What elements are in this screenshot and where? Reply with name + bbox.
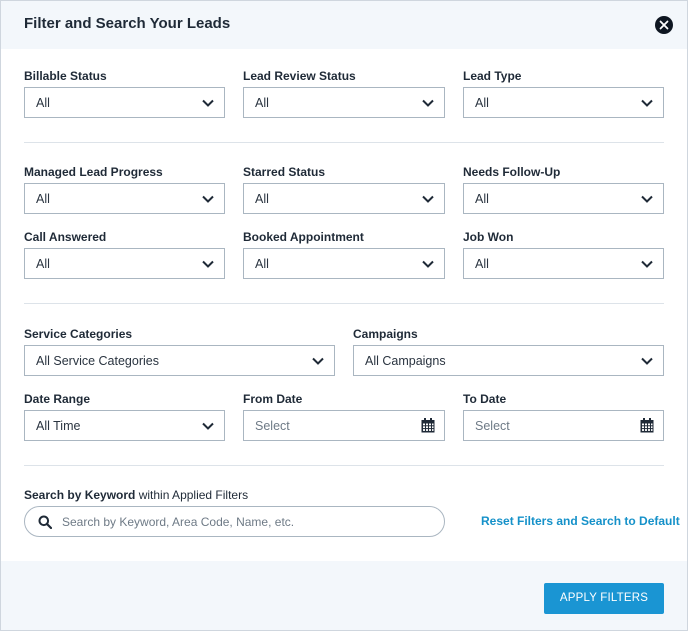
date-range-select[interactable]: All Time (24, 410, 225, 441)
managed-lead-progress-value: All (36, 192, 50, 206)
modal-header: Filter and Search Your Leads (1, 1, 687, 49)
calendar-icon[interactable] (640, 418, 654, 433)
to-date-placeholder: Select (475, 419, 510, 433)
needs-follow-up-value: All (475, 192, 489, 206)
job-won-label: Job Won (463, 230, 514, 244)
billable-status-select[interactable]: All (24, 87, 225, 118)
starred-status-value: All (255, 192, 269, 206)
managed-lead-progress-label: Managed Lead Progress (24, 165, 163, 179)
chevron-down-icon (422, 260, 434, 268)
campaigns-value: All Campaigns (365, 354, 446, 368)
to-date-label: To Date (463, 392, 507, 406)
apply-filters-button[interactable]: APPLY FILTERS (544, 583, 664, 614)
search-label-rest: within Applied Filters (135, 488, 249, 502)
close-icon (659, 20, 669, 30)
campaigns-label: Campaigns (353, 327, 418, 341)
date-range-value: All Time (36, 419, 81, 433)
lead-review-status-label: Lead Review Status (243, 69, 356, 83)
chevron-down-icon (641, 99, 653, 107)
lead-type-value: All (475, 96, 489, 110)
booked-appointment-label: Booked Appointment (243, 230, 364, 244)
close-button[interactable] (655, 16, 673, 34)
search-input[interactable] (62, 513, 432, 531)
search-label: Search by Keyword within Applied Filters (24, 488, 248, 502)
chevron-down-icon (641, 357, 653, 365)
chevron-down-icon (422, 99, 434, 107)
needs-follow-up-label: Needs Follow-Up (463, 165, 561, 179)
starred-status-select[interactable]: All (243, 183, 445, 214)
lead-review-status-value: All (255, 96, 269, 110)
call-answered-label: Call Answered (24, 230, 107, 244)
from-date-placeholder: Select (255, 419, 290, 433)
search-label-bold: Search by Keyword (24, 488, 136, 502)
lead-review-status-select[interactable]: All (243, 87, 445, 118)
from-date-label: From Date (243, 392, 303, 406)
service-categories-select[interactable]: All Service Categories (24, 345, 335, 376)
section-divider (24, 303, 664, 304)
search-box[interactable] (24, 506, 445, 537)
section-divider (24, 142, 664, 143)
chevron-down-icon (202, 99, 214, 107)
chevron-down-icon (641, 260, 653, 268)
job-won-select[interactable]: All (463, 248, 664, 279)
reset-filters-link[interactable]: Reset Filters and Search to Default (481, 514, 680, 528)
calendar-icon[interactable] (421, 418, 435, 433)
to-date-input[interactable]: Select (463, 410, 664, 441)
call-answered-select[interactable]: All (24, 248, 225, 279)
billable-status-label: Billable Status (24, 69, 107, 83)
chevron-down-icon (202, 195, 214, 203)
job-won-value: All (475, 257, 489, 271)
chevron-down-icon (202, 260, 214, 268)
needs-follow-up-select[interactable]: All (463, 183, 664, 214)
chevron-down-icon (202, 422, 214, 430)
from-date-input[interactable]: Select (243, 410, 445, 441)
modal-title: Filter and Search Your Leads (24, 15, 231, 32)
chevron-down-icon (641, 195, 653, 203)
billable-status-value: All (36, 96, 50, 110)
section-divider (24, 465, 664, 466)
campaigns-select[interactable]: All Campaigns (353, 345, 664, 376)
lead-type-label: Lead Type (463, 69, 522, 83)
call-answered-value: All (36, 257, 50, 271)
managed-lead-progress-select[interactable]: All (24, 183, 225, 214)
service-categories-label: Service Categories (24, 327, 133, 341)
filter-modal: Filter and Search Your Leads Billable St… (0, 0, 688, 631)
booked-appointment-value: All (255, 257, 269, 271)
modal-footer: APPLY FILTERS (1, 561, 687, 630)
chevron-down-icon (312, 357, 324, 365)
service-categories-value: All Service Categories (36, 354, 159, 368)
starred-status-label: Starred Status (243, 165, 326, 179)
booked-appointment-select[interactable]: All (243, 248, 445, 279)
date-range-label: Date Range (24, 392, 91, 406)
search-icon (38, 515, 52, 529)
lead-type-select[interactable]: All (463, 87, 664, 118)
chevron-down-icon (422, 195, 434, 203)
